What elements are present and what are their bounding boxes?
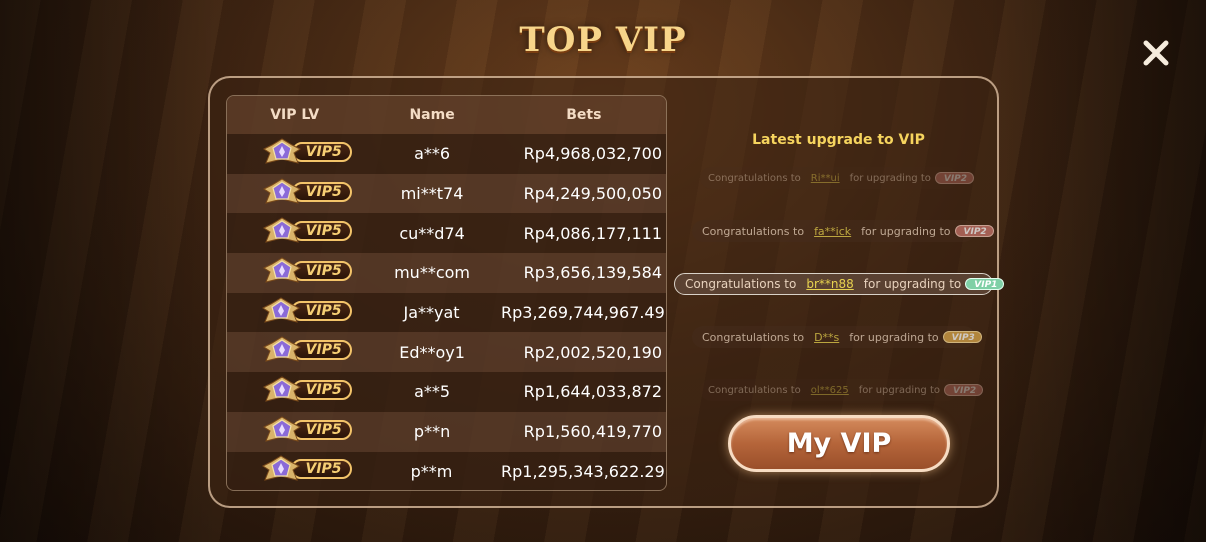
player-name: mu**com — [394, 263, 470, 283]
vip-level-cell: VIP5 — [227, 137, 362, 171]
bet-amount: Rp1,560,419,770 — [523, 422, 662, 442]
notice-vip-badge: VIP2 — [934, 172, 975, 184]
notice-prefix: Congratulations to — [702, 224, 805, 238]
vip-crest-icon — [262, 138, 301, 164]
vip-level-cell: VIP5 — [227, 454, 362, 488]
notice-username: D**s — [814, 330, 840, 344]
notice-prefix: Congratulations to — [702, 330, 805, 344]
vip-crest-icon — [262, 376, 301, 402]
notice-vip-badge: VIP1 — [965, 278, 1005, 290]
notice-prefix: Congratulations to — [708, 384, 801, 396]
notice-vip-badge: VIP2 — [954, 225, 994, 237]
notice-username: br**n88 — [806, 277, 854, 291]
bet-amount: Rp1,295,343,622.29 — [501, 461, 665, 481]
my-vip-button[interactable]: My VIP — [728, 415, 950, 472]
vip-crest-icon — [262, 336, 301, 363]
notice-prefix: Congratulations to — [708, 172, 801, 184]
table-row: VIP5 p**n Rp1,560,419,770 — [227, 411, 666, 452]
vip-level-cell: VIP5 — [227, 296, 362, 330]
upgrade-notice: Congratulations to D**s for upgrading to… — [692, 326, 982, 348]
bet-amount: Rp3,269,744,967.49 — [501, 303, 665, 323]
player-name: Ed**oy1 — [399, 342, 465, 362]
vip-badge: VIP5 — [262, 216, 352, 246]
bet-amount: Rp1,644,033,872 — [523, 382, 662, 402]
upgrade-notice: Congratulations to Ri**ui for upgrading … — [700, 167, 975, 189]
table-row: VIP5 Ed**oy1 Rp2,002,520,190 — [227, 332, 666, 373]
vip-badge: VIP5 — [262, 177, 352, 207]
table-row: VIP5 a**6 Rp4,968,032,700 — [227, 134, 666, 174]
upgrade-notice: Congratulations to fa**ick for upgrading… — [692, 220, 994, 242]
vip-crest-icon — [262, 257, 301, 283]
player-name: a**5 — [414, 382, 451, 402]
notice-username: fa**ick — [814, 224, 852, 238]
bet-amount: Rp2,002,520,190 — [523, 342, 662, 362]
table-row: VIP5 p**m Rp1,295,343,622.29 — [227, 451, 666, 490]
bet-amount: Rp4,968,032,700 — [523, 144, 662, 164]
player-name: a**6 — [414, 144, 451, 164]
vip-badge: VIP5 — [262, 415, 352, 445]
vip-level-cell: VIP5 — [227, 375, 362, 409]
player-name: mi**t74 — [400, 184, 464, 204]
vip-level-cell: VIP5 — [227, 216, 362, 250]
table-row: VIP5 mi**t74 Rp4,249,500,050 — [227, 173, 666, 214]
vip-badge: VIP5 — [261, 454, 352, 484]
player-name: Ja**yat — [403, 303, 460, 323]
notice-suffix: for upgrading to — [858, 384, 940, 396]
header-name: Name — [409, 107, 455, 123]
vip-crest-icon — [262, 297, 301, 323]
vip-crest-icon — [262, 177, 301, 204]
vip-level-cell: VIP5 — [227, 177, 362, 211]
notice-vip-badge: VIP2 — [944, 384, 984, 396]
notice-suffix: for upgrading to — [863, 277, 962, 291]
vip-level-cell: VIP5 — [227, 415, 362, 449]
notice-vip-badge: VIP3 — [942, 331, 982, 343]
bet-amount: Rp4,086,177,111 — [523, 223, 662, 243]
close-button[interactable] — [1139, 36, 1173, 70]
table-body: VIP5 a**6 Rp4,968,032,700 VIP5 mi**t74 R… — [227, 134, 666, 490]
page-title: TOP VIP — [519, 20, 687, 60]
vip-badge: VIP5 — [262, 137, 352, 167]
player-name: p**n — [413, 422, 451, 442]
table-header: VIP LV Name Bets — [227, 96, 666, 134]
upgrade-notice: Congratulations to br**n88 for upgrading… — [674, 273, 1005, 295]
table-row: VIP5 Ja**yat Rp3,269,744,967.49 — [227, 292, 666, 333]
vip-level-cell: VIP5 — [227, 335, 362, 369]
header-bets: Bets — [566, 107, 602, 123]
close-icon — [1143, 40, 1169, 66]
vip-level-cell: VIP5 — [227, 256, 362, 290]
table-row: VIP5 cu**d74 Rp4,086,177,111 — [227, 213, 666, 254]
vip-badge: VIP5 — [262, 335, 352, 365]
notice-suffix: for upgrading to — [849, 172, 931, 184]
upgrade-title: Latest upgrade to VIP — [752, 132, 925, 148]
bet-amount: Rp4,249,500,050 — [523, 184, 662, 204]
table-row: VIP5 a**5 Rp1,644,033,872 — [227, 372, 666, 412]
vip-crest-icon — [262, 217, 301, 243]
vip-badge: VIP5 — [262, 256, 352, 286]
player-name: cu**d74 — [399, 223, 465, 243]
notice-suffix: for upgrading to — [849, 330, 939, 344]
bet-amount: Rp3,656,139,584 — [523, 263, 662, 283]
notice-username: ol**625 — [810, 384, 849, 396]
vip-badge: VIP5 — [262, 375, 352, 405]
player-name: p**m — [410, 461, 453, 481]
table-row: VIP5 mu**com Rp3,656,139,584 — [227, 253, 666, 293]
vip-badge: VIP5 — [261, 296, 352, 326]
notice-suffix: for upgrading to — [861, 224, 951, 238]
vip-crest-icon — [262, 416, 301, 442]
notice-prefix: Congratulations to — [685, 277, 797, 291]
header-vip-lv: VIP LV — [270, 107, 320, 123]
notice-username: Ri**ui — [810, 172, 840, 184]
vip-ranking-table: VIP LV Name Bets VIP5 a**6 Rp4,968,032,7… — [226, 95, 667, 491]
upgrade-notice: Congratulations to ol**625 for upgrading… — [700, 379, 984, 401]
vip-crest-icon — [262, 455, 301, 482]
